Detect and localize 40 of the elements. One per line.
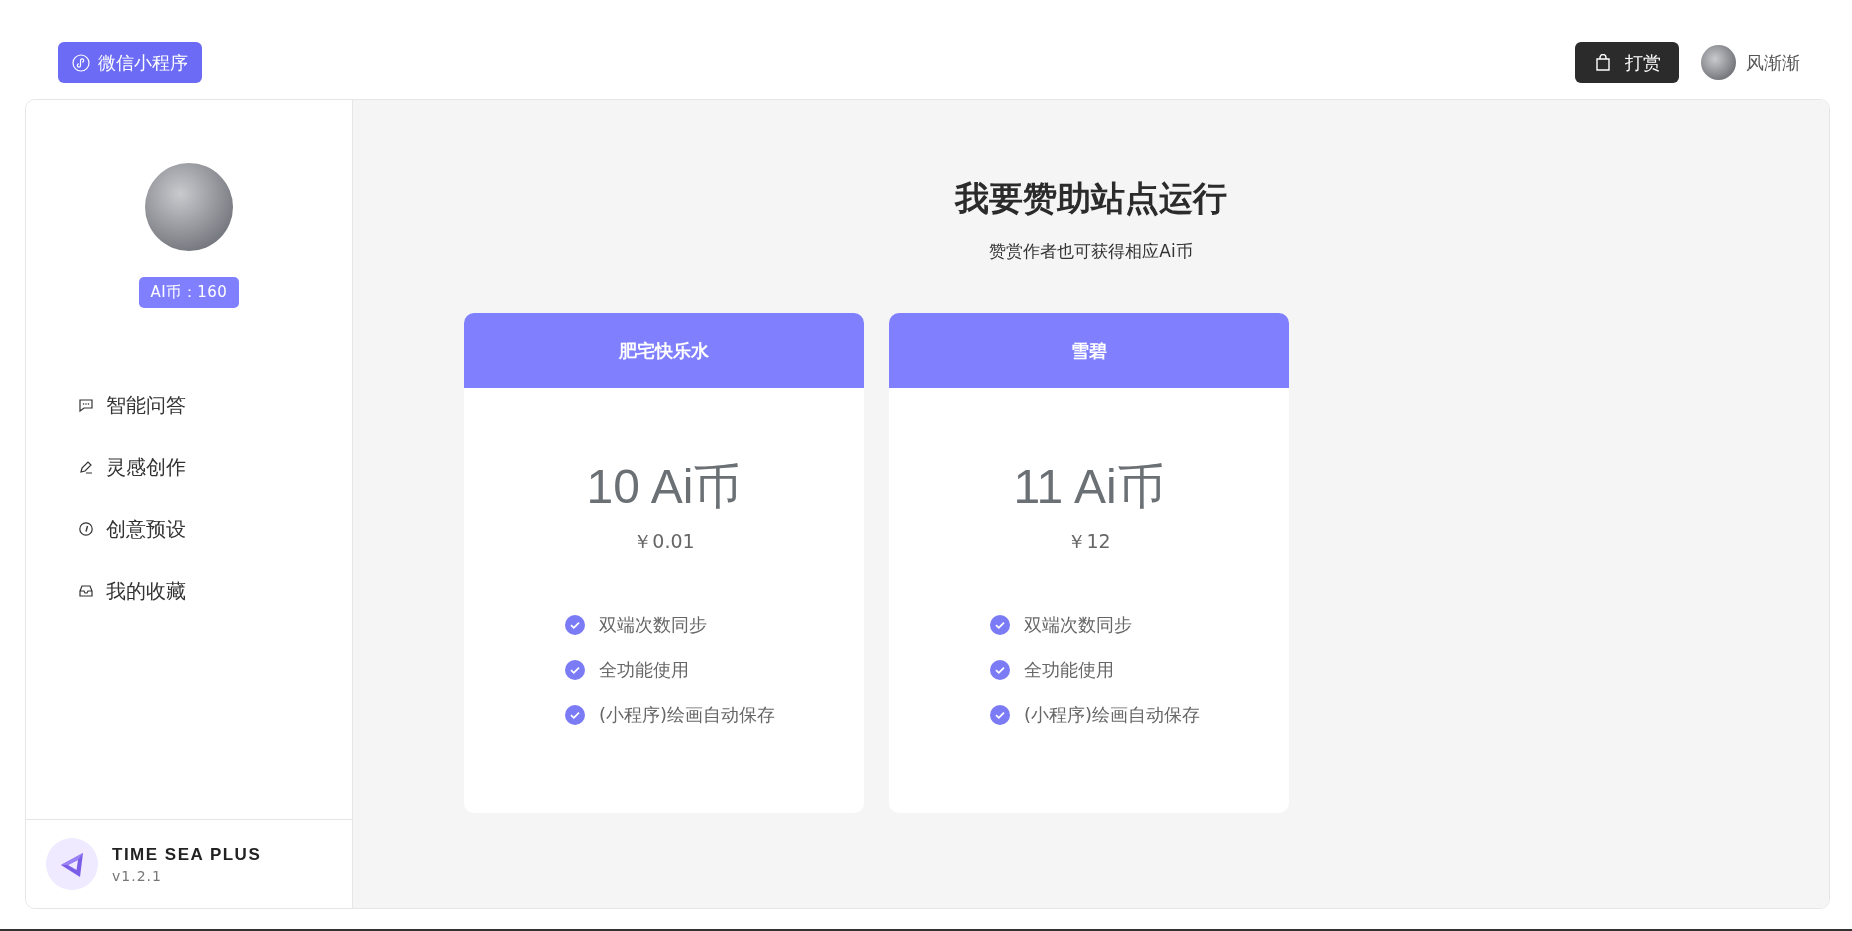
check-icon [990,660,1010,680]
page-subtitle: 赞赏作者也可获得相应Ai币 [989,240,1193,263]
plan-price: ￥0.01 [633,529,695,554]
shopping-bag-icon [1595,54,1611,71]
plan-name: 雪碧 [889,313,1289,388]
gauge-icon [78,521,94,537]
user-avatar[interactable] [1701,45,1736,80]
plan-card[interactable]: 雪碧 11 Ai币 ￥12 双端次数同步 全功能使用 (小程序)绘画自动保存 [889,313,1289,813]
feature-text: 全功能使用 [1024,658,1114,682]
user-name[interactable]: 风渐渐 [1746,50,1800,75]
mini-program-icon [72,53,90,72]
menu-item[interactable]: 灵感创作 [78,450,186,484]
feature-text: (小程序)绘画自动保存 [599,703,776,727]
tip-button[interactable]: 打赏 [1575,42,1679,83]
check-icon [565,615,585,635]
plan-name: 肥宅快乐水 [464,313,864,388]
feature-text: (小程序)绘画自动保存 [1024,703,1201,727]
feature-text: 全功能使用 [599,658,689,682]
check-icon [990,615,1010,635]
check-icon [990,705,1010,725]
plan-amount: 11 Ai币 [1013,459,1165,515]
check-icon [565,705,585,725]
app-logo [46,838,98,890]
menu-item[interactable]: 我的收藏 [78,574,186,608]
plan-price: ￥12 [1067,529,1111,554]
coin-balance: AI币：160 [138,277,240,308]
feature-text: 双端次数同步 [599,613,707,637]
app-name: TIME SEA PLUS [112,844,262,865]
plan-card[interactable]: 肥宅快乐水 10 Ai币 ￥0.01 双端次数同步 全功能使用 (小程序)绘画自动保存 [464,313,864,813]
page-title: 我要赞助站点运行 [955,177,1227,220]
inbox-icon [78,583,94,599]
chat-icon [78,397,94,413]
menu-item[interactable]: 智能问答 [78,388,186,422]
menu-item[interactable]: 创意预设 [78,512,186,546]
plan-amount: 10 Ai币 [586,459,742,515]
feature-text: 双端次数同步 [1024,613,1132,637]
mini-program-button[interactable]: 微信小程序 [58,42,202,83]
pencil-icon [78,459,94,475]
check-icon [565,660,585,680]
app-version: v1.2.1 [112,867,163,884]
